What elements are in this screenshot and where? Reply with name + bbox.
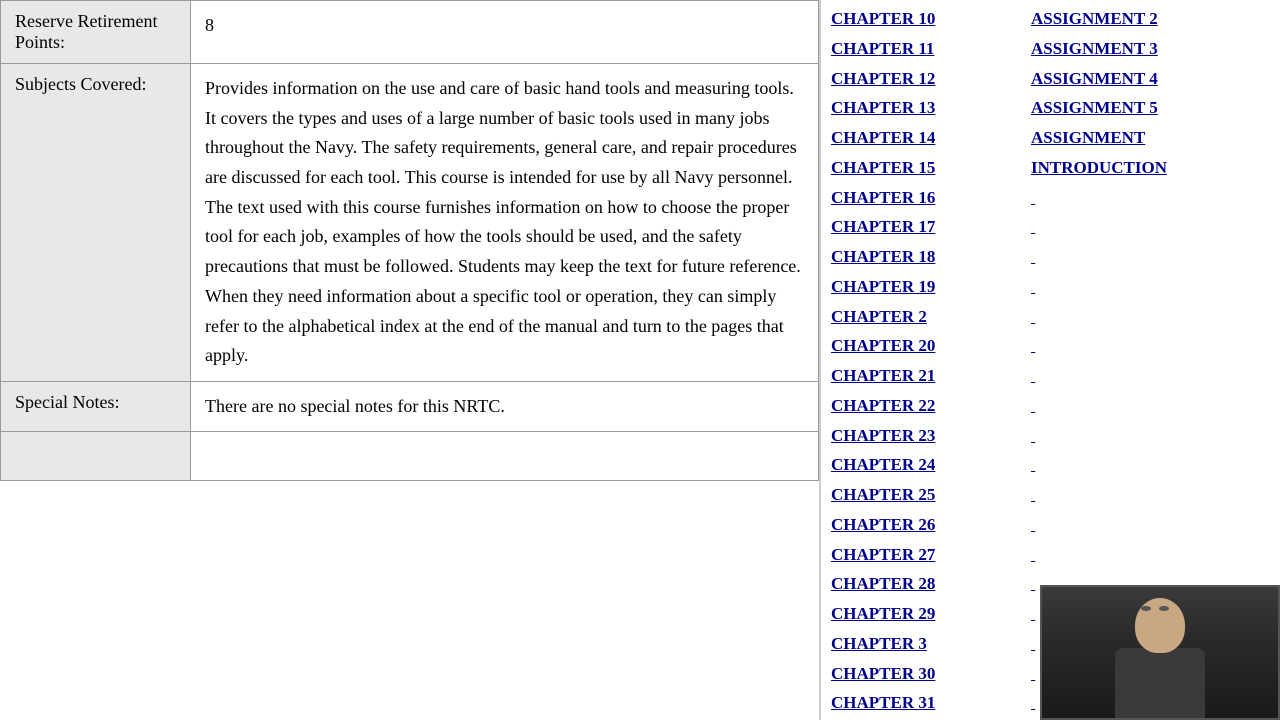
empty-value <box>191 431 819 481</box>
chapter-link[interactable]: CHAPTER 27 <box>831 540 1021 570</box>
assignment-empty <box>1031 510 1261 540</box>
assignment-link[interactable]: ASSIGNMENT 3 <box>1031 34 1261 64</box>
assignment-link[interactable]: ASSIGNMENT 2 <box>1031 4 1261 34</box>
chapter-link[interactable]: CHAPTER 30 <box>831 659 1021 689</box>
chapter-link[interactable]: CHAPTER 31 <box>831 688 1021 718</box>
assignment-empty <box>1031 540 1261 570</box>
assignment-empty <box>1031 302 1261 332</box>
chapter-link[interactable]: CHAPTER 26 <box>831 510 1021 540</box>
chapter-link[interactable]: CHAPTER 23 <box>831 421 1021 451</box>
special-notes-label: Special Notes: <box>1 381 191 431</box>
assignment-empty <box>1031 450 1261 480</box>
assignment-link[interactable]: ASSIGNMENT <box>1031 123 1261 153</box>
chapter-link[interactable]: CHAPTER 22 <box>831 391 1021 421</box>
chapter-link[interactable]: CHAPTER 11 <box>831 34 1021 64</box>
assignment-link[interactable]: ASSIGNMENT 4 <box>1031 64 1261 94</box>
chapter-link[interactable]: CHAPTER 13 <box>831 93 1021 123</box>
chapter-link[interactable]: CHAPTER 19 <box>831 272 1021 302</box>
person-figure <box>1115 593 1205 718</box>
chapter-link[interactable]: CHAPTER 21 <box>831 361 1021 391</box>
subjects-value: Provides information on the use and care… <box>191 64 819 382</box>
chapter-column: CHAPTER 10CHAPTER 11CHAPTER 12CHAPTER 13… <box>821 4 1021 720</box>
chapter-link[interactable]: CHAPTER 3 <box>831 629 1021 659</box>
special-notes-row: Special Notes: There are no special note… <box>1 381 819 431</box>
assignment-empty <box>1031 331 1261 361</box>
chapter-link[interactable]: CHAPTER 2 <box>831 302 1021 332</box>
chapter-link[interactable]: CHAPTER 29 <box>831 599 1021 629</box>
subjects-label: Subjects Covered: <box>1 64 191 382</box>
assignment-empty <box>1031 183 1261 213</box>
chapter-link[interactable]: CHAPTER 10 <box>831 4 1021 34</box>
special-notes-value: There are no special notes for this NRTC… <box>191 381 819 431</box>
chapter-link[interactable]: CHAPTER 28 <box>831 569 1021 599</box>
empty-row <box>1 431 819 481</box>
chapter-link[interactable]: CHAPTER 20 <box>831 331 1021 361</box>
subjects-row: Subjects Covered: Provides information o… <box>1 64 819 382</box>
chapter-link[interactable]: CHAPTER 16 <box>831 183 1021 213</box>
chapter-link[interactable]: CHAPTER 25 <box>831 480 1021 510</box>
empty-label <box>1 431 191 481</box>
assignment-empty <box>1031 242 1261 272</box>
person-body <box>1115 648 1205 718</box>
assignment-empty <box>1031 421 1261 451</box>
retirement-row: Reserve Retirement Points: 8 <box>1 1 819 64</box>
retirement-value: 8 <box>191 1 819 64</box>
assignment-link[interactable]: INTRODUCTION <box>1031 153 1261 183</box>
assignment-empty <box>1031 391 1261 421</box>
webcam-person <box>1042 587 1278 718</box>
chapter-link[interactable]: CHAPTER 18 <box>831 242 1021 272</box>
assignment-empty <box>1031 361 1261 391</box>
assignment-empty <box>1031 212 1261 242</box>
chapter-link[interactable]: CHAPTER 14 <box>831 123 1021 153</box>
chapter-link[interactable]: CHAPTER 24 <box>831 450 1021 480</box>
info-table: Reserve Retirement Points: 8 Subjects Co… <box>0 0 819 481</box>
main-content: Reserve Retirement Points: 8 Subjects Co… <box>0 0 820 720</box>
webcam-overlay <box>1040 585 1280 720</box>
assignment-link[interactable]: ASSIGNMENT 5 <box>1031 93 1261 123</box>
chapter-link[interactable]: CHAPTER 15 <box>831 153 1021 183</box>
chapter-link[interactable]: CHAPTER 17 <box>831 212 1021 242</box>
assignment-empty <box>1031 272 1261 302</box>
person-head <box>1135 598 1185 653</box>
assignment-empty <box>1031 480 1261 510</box>
chapter-link[interactable]: CHAPTER 12 <box>831 64 1021 94</box>
retirement-label: Reserve Retirement Points: <box>1 1 191 64</box>
